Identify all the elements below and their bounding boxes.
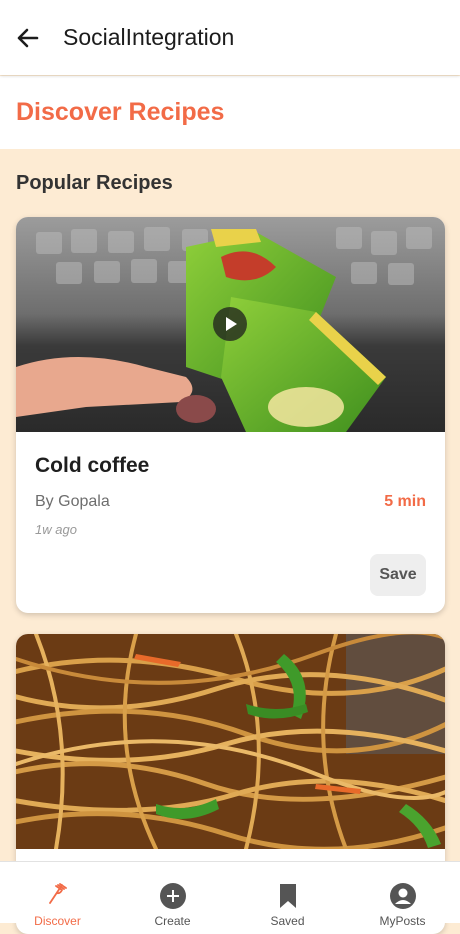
account-icon	[390, 883, 416, 909]
recipe-author: By Gopala	[35, 493, 110, 510]
save-button[interactable]: Save	[370, 554, 426, 596]
nav-item-discover[interactable]: Discover	[0, 862, 115, 928]
bottom-navigation: Discover Create Saved MyPosts	[0, 861, 460, 928]
recipe-thumbnail[interactable]	[16, 217, 445, 432]
recipe-timestamp: 1w ago	[35, 522, 77, 537]
page-header: Discover Recipes	[0, 76, 460, 149]
page-title: Discover Recipes	[16, 98, 225, 126]
nav-item-create[interactable]: Create	[115, 862, 230, 928]
fork-icon	[49, 883, 67, 904]
nav-item-myposts[interactable]: MyPosts	[345, 862, 460, 928]
bookmark-icon	[280, 884, 296, 908]
section-title: Popular Recipes	[16, 172, 173, 194]
recipe-time: 5 min	[384, 493, 426, 510]
nav-label-discover: Discover	[34, 914, 81, 928]
plus-circle-icon	[160, 883, 186, 909]
app-bar: SocialIntegration	[0, 0, 460, 75]
app-title: SocialIntegration	[63, 24, 235, 50]
back-arrow-icon	[17, 28, 39, 48]
nav-label-myposts: MyPosts	[379, 914, 426, 928]
back-button[interactable]	[12, 22, 44, 54]
play-icon[interactable]	[212, 306, 248, 342]
recipe-title: Cold coffee	[35, 454, 150, 477]
nav-label-create: Create	[154, 914, 191, 928]
recipe-thumbnail[interactable]	[16, 634, 445, 849]
nav-item-saved[interactable]: Saved	[230, 862, 345, 928]
nav-label-saved: Saved	[270, 914, 305, 928]
recipe-card[interactable]: Cold coffee By Gopala 5 min 1w ago Save	[16, 217, 445, 613]
